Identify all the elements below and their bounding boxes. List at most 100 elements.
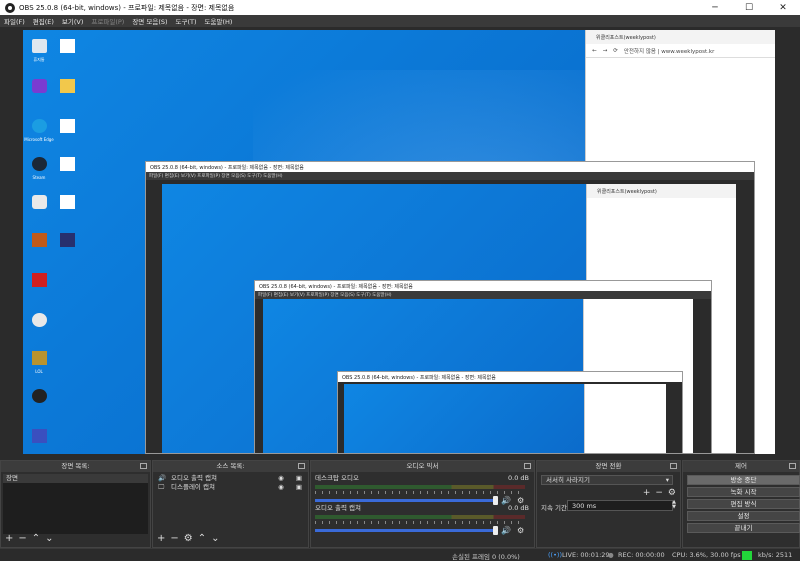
- menu-file[interactable]: 파일(F): [4, 16, 25, 26]
- dock-float-icon[interactable]: [140, 463, 147, 469]
- source-label: 디스플레이 캡쳐: [171, 483, 215, 491]
- menu-help[interactable]: 도움말(H): [205, 16, 233, 26]
- volume-slider[interactable]: [315, 495, 498, 505]
- obs-logo-icon: [5, 2, 15, 13]
- sources-list[interactable]: 🔊 오디오 출력 캡쳐 ◉ ▣ 🖵 디스플레이 캡쳐 ◉ ▣: [155, 474, 306, 534]
- file3-icon: [57, 192, 77, 212]
- maximize-button[interactable]: ☐: [732, 0, 766, 15]
- source-item[interactable]: 🔊 오디오 출력 캡쳐 ◉ ▣: [155, 474, 306, 483]
- reload-icon[interactable]: ⟳: [613, 48, 618, 54]
- app3-icon: [29, 230, 49, 250]
- lock-icon[interactable]: ▣: [296, 474, 302, 483]
- remove-transition-button[interactable]: −: [655, 488, 663, 498]
- live-timer: LIVE: 00:01:29: [562, 551, 610, 559]
- studio-mode-button[interactable]: 편집 방식: [687, 499, 800, 509]
- move-up-icon[interactable]: ⌃: [198, 534, 206, 544]
- channel-name: 데스크탑 오디오: [315, 474, 359, 482]
- sources-toolbar: + − ⚙ ⌃ ⌄: [157, 534, 220, 544]
- nested-canvas: 위클리포스트(weeklypost) OBS 25.0.8 (64-bit, w…: [162, 184, 736, 453]
- mixer-dock-title: 오디오 믹서: [311, 461, 534, 472]
- mixer-dock-title-text: 오디오 믹서: [406, 462, 439, 470]
- controls-dock: 제어 방송 중단 녹화 시작 편집 방식 설정 끝내기: [682, 460, 800, 548]
- visibility-eye-icon[interactable]: ◉: [278, 483, 284, 492]
- channel-db: 0.0 dB: [508, 504, 529, 512]
- nested-browser-tab: 위클리포스트(weeklypost): [587, 184, 736, 198]
- move-down-icon[interactable]: ⌄: [211, 534, 219, 544]
- remove-source-button[interactable]: −: [170, 534, 178, 544]
- move-down-icon[interactable]: ⌄: [45, 534, 53, 544]
- image-icon: [57, 230, 77, 250]
- visibility-eye-icon[interactable]: ◉: [278, 474, 284, 483]
- source-settings-gear-icon[interactable]: ⚙: [184, 534, 193, 544]
- preview-area[interactable]: 휴지통 Microsoft Edge Steam LOL 위클리포스트(week…: [0, 27, 800, 457]
- dock-float-icon[interactable]: [789, 463, 796, 469]
- menu-view[interactable]: 보기(V): [62, 16, 83, 26]
- nested-title-3: OBS 25.0.8 (64-bit, windows) - 프로파일: 제목없…: [338, 372, 682, 382]
- menu-scene-collection[interactable]: 장면 모음(S): [132, 16, 167, 26]
- nested-browser-3: [584, 384, 666, 453]
- scenes-dock-title: 장면 목록:: [1, 461, 150, 472]
- rec-timer: REC: 00:00:00: [618, 551, 665, 559]
- scene-item[interactable]: 장면: [3, 474, 148, 483]
- start-recording-button[interactable]: 녹화 시작: [687, 487, 800, 497]
- move-up-icon[interactable]: ⌃: [32, 534, 40, 544]
- sources-dock-title: 소스 목록:: [153, 461, 308, 472]
- dock-area: 장면 목록: 장면 + − ⌃ ⌄ 소스 목록: 🔊 오디오 출력 캡쳐 ◉ ▣: [0, 460, 800, 548]
- mute-speaker-icon[interactable]: 🔊: [501, 526, 511, 535]
- dock-float-icon[interactable]: [298, 463, 305, 469]
- nested-menu-2: 파일(F) 편집(E) 보기(V) 프로파일(P) 장면 모음(S) 도구(T)…: [255, 291, 711, 299]
- audio-mixer-dock: 오디오 믹서 데스크탑 오디오 0.0 dB 🔊 ⚙ 오디오 출력 캡쳐 0.0…: [310, 460, 535, 548]
- close-button[interactable]: ✕: [766, 0, 800, 15]
- exit-button[interactable]: 끝내기: [687, 523, 800, 533]
- add-source-button[interactable]: +: [157, 534, 165, 544]
- remove-scene-button[interactable]: −: [18, 534, 26, 544]
- settings-button[interactable]: 설정: [687, 511, 800, 521]
- window-title: OBS 25.0.8 (64-bit, windows) - 프로파일: 제목없…: [19, 3, 235, 12]
- dropped-frames: 손실된 프레임 0 (0.0%): [452, 553, 520, 561]
- meter-ticks: [315, 491, 525, 494]
- stream-health-indicator: [742, 551, 752, 560]
- nested-title: OBS 25.0.8 (64-bit, windows) - 프로파일: 제목없…: [146, 162, 754, 172]
- preview-canvas[interactable]: 휴지통 Microsoft Edge Steam LOL 위클리포스트(week…: [23, 30, 775, 454]
- minimize-button[interactable]: ─: [698, 0, 732, 15]
- browser-url[interactable]: 안전하지 않음 | www.weeklypost.kr: [624, 47, 715, 55]
- duration-label: 지속 기간: [541, 504, 567, 512]
- back-icon[interactable]: ←: [592, 48, 597, 54]
- level-meter: [315, 515, 525, 519]
- scene-transitions-dock: 장면 전환 서서히 사라지기 + − ⚙ 지속 기간 300 ms ▲▼: [536, 460, 681, 548]
- volume-slider-handle[interactable]: [493, 525, 498, 535]
- duration-spinner-icon[interactable]: ▲ ▼: [672, 500, 676, 510]
- nested-obs-window-3: OBS 25.0.8 (64-bit, windows) - 프로파일: 제목없…: [337, 371, 683, 453]
- scenes-list[interactable]: 장면: [3, 474, 148, 534]
- menu-edit[interactable]: 편집(E): [33, 16, 54, 26]
- cpu-fps: CPU: 3.6%, 30.00 fps: [672, 551, 741, 559]
- browser-tab[interactable]: 위클리포스트(weeklypost): [586, 30, 775, 44]
- duration-input[interactable]: 300 ms: [567, 500, 673, 511]
- live-icon: ((•)): [548, 551, 562, 559]
- menu-profile[interactable]: 프로파일(P): [91, 16, 124, 26]
- source-item[interactable]: 🖵 디스플레이 캡쳐 ◉ ▣: [155, 483, 306, 492]
- stop-streaming-button[interactable]: 방송 중단: [687, 475, 800, 485]
- file2-icon: [57, 154, 77, 174]
- sources-dock: 소스 목록: 🔊 오디오 출력 캡쳐 ◉ ▣ 🖵 디스플레이 캡쳐 ◉ ▣ + …: [152, 460, 309, 548]
- file-icon: [57, 116, 77, 136]
- transition-select[interactable]: 서서히 사라지기: [541, 475, 673, 485]
- transition-settings-gear-icon[interactable]: ⚙: [668, 488, 676, 498]
- app6-icon: [29, 426, 49, 446]
- nested-menu: 파일(F) 편집(E) 보기(V) 프로파일(P) 장면 모음(S) 도구(T)…: [146, 172, 754, 180]
- add-transition-button[interactable]: +: [643, 488, 651, 498]
- scenes-toolbar: + − ⌃ ⌄: [5, 534, 54, 544]
- source-label: 오디오 출력 캡쳐: [171, 474, 217, 482]
- transition-toolbar: + − ⚙: [643, 488, 676, 498]
- edge-label: Microsoft Edge: [24, 137, 54, 142]
- menu-tools[interactable]: 도구(T): [176, 16, 197, 26]
- volume-slider[interactable]: [315, 525, 498, 535]
- status-bar: 손실된 프레임 0 (0.0%) ((•)) LIVE: 00:01:29 ● …: [0, 548, 800, 561]
- app5-icon: [29, 310, 49, 330]
- lock-icon[interactable]: ▣: [296, 483, 302, 492]
- dock-float-icon[interactable]: [670, 463, 677, 469]
- dock-float-icon[interactable]: [524, 463, 531, 469]
- channel-settings-gear-icon[interactable]: ⚙: [517, 526, 524, 535]
- forward-icon[interactable]: →: [603, 48, 608, 54]
- add-scene-button[interactable]: +: [5, 534, 13, 544]
